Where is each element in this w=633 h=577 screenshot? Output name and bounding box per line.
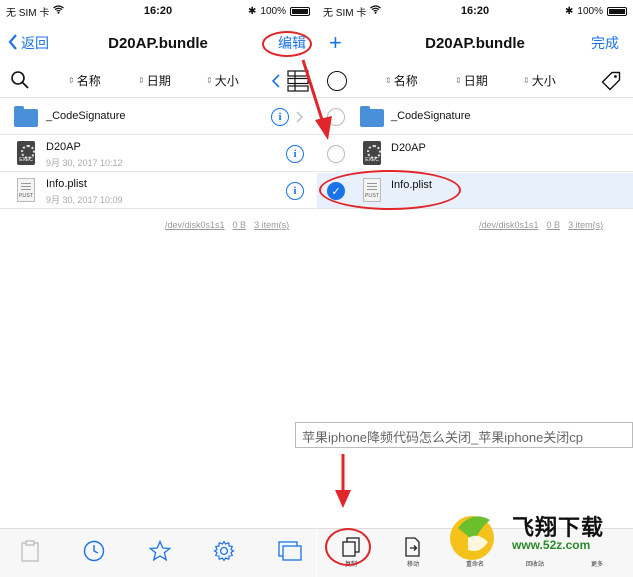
sort-name-label: 名称 (76, 74, 101, 88)
file-date: 9月 30, 2017 10:12 (46, 158, 123, 168)
sort-by-date[interactable]: ⇕ 日期 (455, 72, 488, 89)
screenshot-composite: 16:20 无 SIM 卡 ✱ 100% 返回 D20AP.bundle 编辑 … (0, 0, 633, 577)
sort-by-name[interactable]: ⇕ 名称 (385, 72, 418, 89)
select-radio[interactable] (327, 145, 345, 163)
arrow-to-copy-annotation (335, 454, 351, 508)
sort-size-label: 大小 (214, 74, 239, 88)
total-size: 0 B (232, 220, 247, 230)
item-count: 3 item(s) (568, 220, 604, 230)
file-row[interactable]: PLIST Info.plist 9月 30, 2017 10:09 i (0, 173, 316, 209)
logo-url: www.52z.com (512, 538, 591, 552)
item-count: 3 item(s) (254, 220, 290, 230)
battery-icon (607, 6, 627, 16)
sort-arrows-icon: ⇕ (455, 75, 462, 85)
windows-icon[interactable] (278, 539, 302, 563)
file-name: D20AP (391, 142, 426, 154)
executable-file-icon: EXEC (363, 141, 381, 165)
sort-name-label: 名称 (393, 74, 418, 88)
tag-icon[interactable] (601, 71, 621, 94)
sort-bar: ⇕ 名称 ⇕ 日期 ⇕ 大小 (0, 64, 316, 98)
gear-icon[interactable] (212, 539, 236, 563)
search-icon[interactable] (10, 70, 30, 93)
edit-highlight-oval (262, 31, 312, 57)
left-pane: 16:20 无 SIM 卡 ✱ 100% 返回 D20AP.bundle 编辑 … (0, 0, 316, 577)
file-name: Info.plist (46, 178, 87, 190)
tab-bar (0, 528, 316, 577)
sort-by-size[interactable]: ⇕ 大小 (206, 72, 239, 89)
status-bar: 16:20 无 SIM 卡 ✱ 100% (317, 0, 633, 22)
page-title: D20AP.bundle (425, 34, 525, 52)
status-bar: 16:20 无 SIM 卡 ✱ 100% (0, 0, 316, 22)
back-button[interactable]: 返回 (8, 33, 49, 53)
info-icon[interactable]: i (271, 108, 289, 126)
file-row[interactable]: _CodeSignature i (0, 99, 316, 135)
file-row[interactable]: EXEC D20AP (317, 136, 633, 172)
chevron-left-icon (8, 33, 18, 53)
right-pane: 16:20 无 SIM 卡 ✱ 100% + D20AP.bundle 完成 ⇕ (317, 0, 633, 577)
sort-date-label: 日期 (463, 74, 488, 88)
navigation-bar: + D20AP.bundle 完成 (317, 26, 633, 60)
sort-size-label: 大小 (531, 74, 556, 88)
info-icon[interactable]: i (286, 145, 304, 163)
move-label: 移动 (406, 562, 419, 568)
sort-by-date[interactable]: ⇕ 日期 (138, 72, 171, 89)
battery-percent: 100% (577, 5, 603, 17)
sort-date-label: 日期 (146, 74, 171, 88)
storage-info: /dev/disk0s1s1 0 B 3 item(s) (479, 220, 603, 230)
battery-icon (290, 6, 310, 16)
file-row[interactable]: _CodeSignature (317, 99, 633, 135)
plist-icon-label: PLIST (19, 193, 33, 199)
wifi-icon (370, 5, 382, 17)
chevron-left-icon[interactable] (271, 74, 280, 91)
move-button[interactable] (401, 535, 425, 559)
folder-icon (14, 106, 38, 127)
file-name: _CodeSignature (391, 110, 471, 122)
clock-icon[interactable] (82, 539, 106, 563)
sort-arrows-icon: ⇕ (385, 75, 392, 85)
sort-arrows-icon: ⇕ (206, 75, 213, 85)
exec-icon-label: EXEC (19, 157, 33, 163)
arrow-to-row-annotation (301, 59, 332, 140)
file-name: _CodeSignature (46, 110, 126, 122)
sort-by-size[interactable]: ⇕ 大小 (523, 72, 556, 89)
exec-icon-label: EXEC (365, 157, 379, 163)
add-button[interactable]: + (329, 30, 342, 56)
file-date: 9月 30, 2017 10:09 (46, 195, 123, 205)
executable-file-icon: EXEC (17, 141, 35, 165)
disk-path[interactable]: /dev/disk0s1s1 (479, 220, 539, 230)
star-icon[interactable] (148, 539, 172, 563)
folder-icon (360, 106, 384, 127)
storage-info: /dev/disk0s1s1 0 B 3 item(s) (165, 220, 289, 230)
carrier-label: 无 SIM 卡 (323, 7, 367, 19)
plist-file-icon: PLIST (17, 178, 35, 202)
bluetooth-icon: ✱ (248, 5, 257, 17)
sort-by-name[interactable]: ⇕ 名称 (68, 72, 101, 89)
sort-arrows-icon: ⇕ (523, 75, 530, 85)
selection-highlight-oval (319, 170, 461, 210)
sort-bar: ⇕ 名称 ⇕ 日期 ⇕ 大小 (317, 64, 633, 98)
done-button[interactable]: 完成 (591, 33, 619, 53)
battery-percent: 100% (260, 5, 286, 17)
site-logo: 飞翔下载 www.52z.com (450, 498, 633, 570)
file-name: D20AP (46, 141, 81, 153)
info-icon[interactable]: i (286, 182, 304, 200)
caption-overlay: 苹果iphone降频代码怎么关闭_苹果iphone关闭cp (295, 422, 633, 448)
sort-arrows-icon: ⇕ (68, 75, 75, 85)
sort-arrows-icon: ⇕ (138, 75, 145, 85)
total-size: 0 B (546, 220, 561, 230)
clipboard-icon[interactable] (18, 539, 42, 563)
wifi-icon (53, 5, 65, 17)
bluetooth-icon: ✱ (565, 5, 574, 17)
carrier-label: 无 SIM 卡 (6, 7, 50, 19)
copy-highlight-oval (325, 528, 371, 566)
disk-path[interactable]: /dev/disk0s1s1 (165, 220, 225, 230)
back-label: 返回 (21, 35, 49, 51)
file-row[interactable]: EXEC D20AP 9月 30, 2017 10:12 i (0, 136, 316, 172)
